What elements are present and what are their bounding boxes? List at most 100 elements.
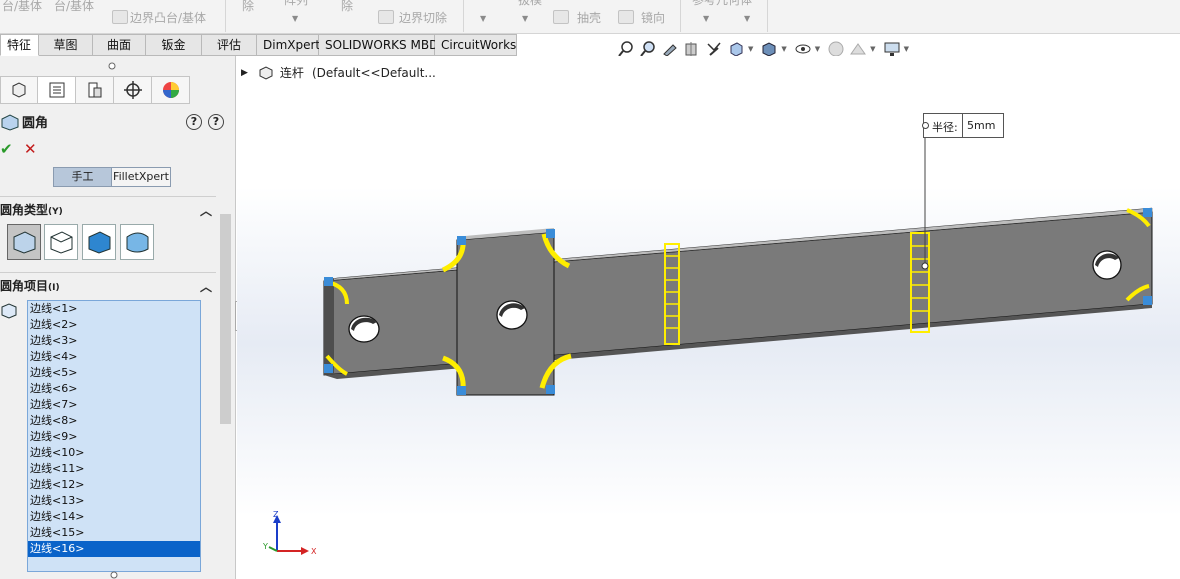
edge-list-item[interactable]: 边线<4>	[28, 349, 200, 365]
chevron-down-icon[interactable]: ▼	[480, 14, 486, 23]
connecting-rod-model[interactable]	[237, 56, 1180, 579]
command-manager-ribbon: 台/基体 台/基体 边界凸台/基体 除 阵列 ▼ 除 边界切除 ▼ 拔模 ▼ 抽…	[0, 0, 1180, 34]
ribbon-separator	[463, 0, 464, 32]
chevron-down-icon[interactable]: ▼	[522, 14, 528, 23]
tab-features[interactable]: 特征	[0, 34, 39, 56]
fillet-type-section-hotkey: (Y)	[48, 207, 63, 217]
edge-list-item[interactable]: 边线<2>	[28, 317, 200, 333]
configuration-manager-icon[interactable]	[76, 76, 114, 104]
filletxpert-mode-button[interactable]: FilletXpert	[112, 167, 171, 187]
ribbon-item-boundary-boss[interactable]: 边界凸台/基体	[130, 9, 206, 26]
collapse-caret-icon[interactable]: ︿	[200, 277, 212, 297]
boundary-boss-icon	[112, 10, 128, 24]
tab-surfaces[interactable]: 曲面	[93, 34, 146, 56]
tab-sketch[interactable]: 草图	[39, 34, 93, 56]
edge-list-item[interactable]: 边线<11>	[28, 461, 200, 477]
ok-button[interactable]: ✔	[0, 140, 13, 158]
chevron-down-icon[interactable]: ▼	[703, 14, 709, 23]
edge-list-item[interactable]: 边线<13>	[28, 493, 200, 509]
edge-selection-icon	[1, 303, 17, 319]
edge-list-item[interactable]: 边线<16>	[28, 541, 200, 557]
quick-help-icon[interactable]: ?	[208, 114, 224, 130]
splitter-handle-icon[interactable]	[110, 571, 118, 579]
tab-evaluate[interactable]: 评估	[202, 34, 257, 56]
edges-selection-list[interactable]: 边线<1> 边线<2> 边线<3> 边线<4> 边线<5> 边线<6> 边线<7> 边线<8>…	[27, 300, 201, 572]
fillet-type-section-header[interactable]: 圆角类型(Y) ︿	[0, 200, 216, 220]
divider	[0, 196, 216, 197]
ribbon-separator	[225, 0, 226, 32]
fillet-items-section-header[interactable]: 圆角项目(I) ︿	[0, 276, 216, 296]
edge-list-item[interactable]: 边线<14>	[28, 509, 200, 525]
collapse-caret-icon[interactable]: ︿	[200, 201, 212, 221]
chevron-down-icon[interactable]: ▼	[781, 45, 786, 53]
reference-triad: Z X Y	[262, 511, 317, 556]
chevron-down-icon[interactable]: ▼	[870, 45, 875, 53]
mirror-icon	[618, 10, 634, 24]
ribbon-item-boss-base-2[interactable]: 台/基体	[54, 0, 94, 14]
edge-list-item[interactable]: 边线<15>	[28, 525, 200, 541]
tab-sheet-metal[interactable]: 钣金	[146, 34, 202, 56]
manager-tabs	[0, 76, 236, 106]
edge-list-item[interactable]: 边线<10>	[28, 445, 200, 461]
edge-list-item[interactable]: 边线<3>	[28, 333, 200, 349]
chevron-down-icon[interactable]: ▼	[292, 14, 298, 23]
tab-dimxpert[interactable]: DimXpert	[257, 34, 320, 56]
face-fillet-icon[interactable]	[82, 224, 116, 260]
ribbon-item-remove-2[interactable]: 除	[341, 0, 353, 14]
tab-solidworks-mbd[interactable]: SOLIDWORKS MBD	[319, 34, 438, 56]
edge-list-item[interactable]: 边线<6>	[28, 381, 200, 397]
variable-size-fillet-icon[interactable]	[44, 224, 78, 260]
edge-list-item[interactable]: 边线<1>	[28, 301, 200, 317]
triad-z-label: Z	[273, 511, 279, 519]
chevron-down-icon[interactable]: ▼	[748, 45, 753, 53]
fillet-items-section-hotkey: (I)	[48, 283, 60, 293]
graphics-area[interactable]: ▶ 连杆 (Default<<Default... 半径: 5mm Z X Y	[237, 56, 1180, 579]
property-manager-panel: 圆角 ? ? ✔ ✕ 手工 FilletXpert 圆角类型(Y) ︿ 圆角项目…	[0, 56, 243, 579]
cancel-button[interactable]: ✕	[24, 140, 37, 158]
ribbon-separator	[767, 0, 768, 32]
ribbon-item-boss-base[interactable]: 台/基体	[2, 0, 42, 14]
full-round-fillet-icon[interactable]	[120, 224, 154, 260]
help-icon[interactable]: ?	[186, 114, 202, 130]
fillet-items-section-title: 圆角项目	[0, 279, 49, 293]
feature-title: 圆角	[0, 112, 48, 131]
radius-label: 半径:	[932, 121, 958, 134]
ribbon-item-shell[interactable]: 抽壳	[577, 9, 601, 26]
command-tabs: 特征 草图 曲面 钣金 评估 DimXpert SOLIDWORKS MBD C…	[0, 34, 517, 56]
display-manager-icon[interactable]	[152, 76, 190, 104]
feature-manager-icon[interactable]	[0, 76, 38, 104]
edge-list-item[interactable]: 边线<12>	[28, 477, 200, 493]
triad-y-label: Y	[262, 542, 268, 551]
manual-mode-button[interactable]: 手工	[53, 167, 112, 187]
dimxpert-manager-icon[interactable]	[114, 76, 152, 104]
fillet-type-section-title: 圆角类型	[0, 203, 49, 217]
ribbon-separator	[680, 0, 681, 32]
boundary-cut-icon	[378, 10, 394, 24]
property-manager-icon[interactable]	[38, 76, 76, 104]
ribbon-item-boundary-cut[interactable]: 边界切除	[399, 9, 447, 26]
chevron-down-icon[interactable]: ▼	[815, 45, 820, 53]
edge-list-item[interactable]: 边线<5>	[28, 365, 200, 381]
edge-list-item[interactable]: 边线<9>	[28, 429, 200, 445]
ribbon-item-draft[interactable]: 拔模	[518, 0, 542, 8]
edge-list-item[interactable]: 边线<7>	[28, 397, 200, 413]
feature-title-label: 圆角	[22, 116, 49, 131]
ribbon-item-mirror[interactable]: 镜向	[641, 9, 665, 26]
ribbon-item-remove[interactable]: 除	[242, 0, 254, 14]
chevron-down-icon[interactable]: ▼	[904, 45, 909, 53]
triad-x-label: X	[311, 547, 317, 556]
fillet-icon	[1, 113, 19, 131]
radius-value-field[interactable]: 5mm	[962, 114, 1004, 137]
divider	[0, 272, 216, 273]
ribbon-item-reference-geometry[interactable]: 参考几何体	[692, 0, 752, 8]
panel-scrollbar[interactable]	[217, 202, 234, 574]
constant-size-fillet-icon[interactable]	[7, 224, 41, 260]
edge-list-item[interactable]: 边线<8>	[28, 413, 200, 429]
radius-callout[interactable]: 半径: 5mm	[922, 113, 1004, 138]
chevron-down-icon[interactable]: ▼	[744, 14, 750, 23]
callout-anchor-icon	[922, 122, 929, 129]
tab-circuitworks[interactable]: CircuitWorks	[435, 34, 517, 56]
splitter-handle-icon[interactable]	[108, 62, 116, 70]
ribbon-item-pattern[interactable]: 阵列	[284, 0, 308, 8]
scrollbar-thumb[interactable]	[220, 214, 231, 424]
